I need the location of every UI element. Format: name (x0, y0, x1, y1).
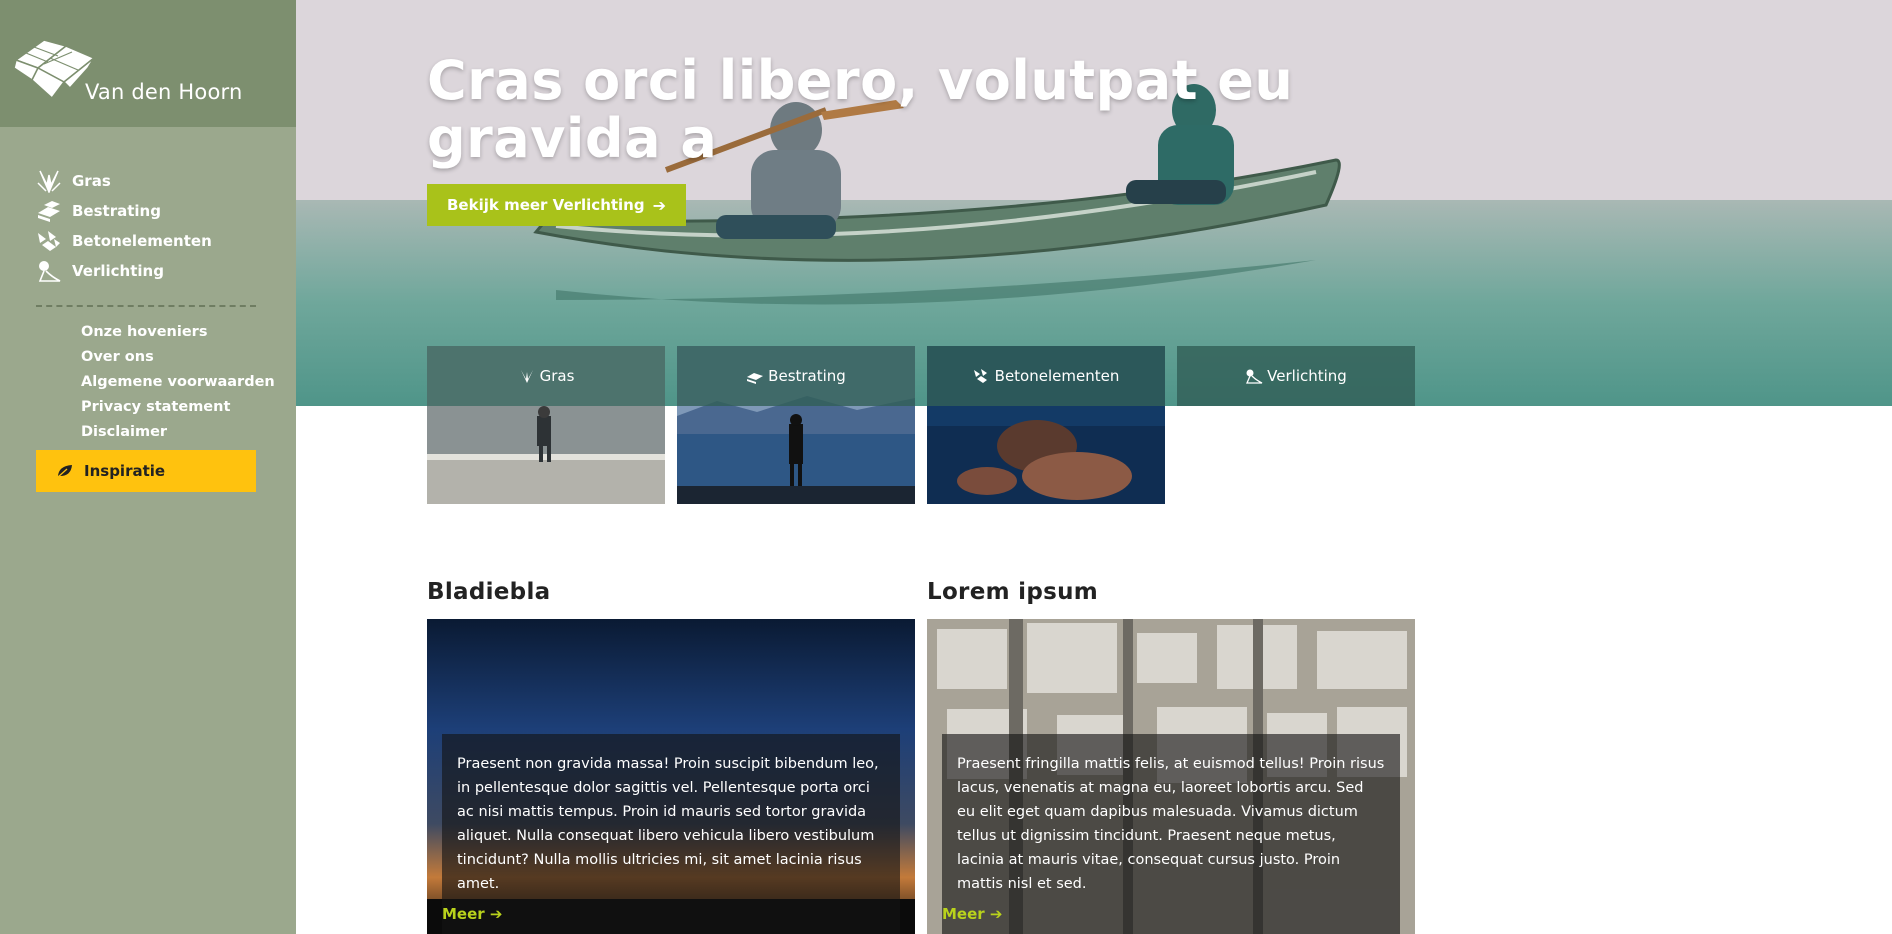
brand-name: Van den Hoorn (85, 80, 243, 104)
nav-item-bestrating[interactable]: Bestrating (36, 196, 212, 226)
article-body: Praesent fringilla mattis felis, at euis… (957, 756, 1385, 892)
grass-icon (518, 368, 536, 384)
logo[interactable]: Van den Hoorn (0, 0, 296, 127)
nav-link-onze-hoveniers[interactable]: Onze hoveniers (81, 320, 275, 345)
inspiratie-label: Inspiratie (84, 462, 166, 480)
tile-label: Gras (539, 367, 575, 385)
hero-cta-label: Bekijk meer Verlichting (447, 196, 645, 214)
article-title: Bladiebla (427, 579, 551, 605)
category-tile-betonelementen[interactable]: Betonelementen (927, 346, 1165, 504)
article-title: Lorem ipsum (927, 579, 1099, 605)
nav-item-label: Gras (72, 172, 111, 190)
read-more-label: Meer (942, 905, 985, 923)
arrow-right-icon: ➔ (489, 905, 503, 923)
logo-mark-icon (14, 39, 96, 100)
nav-item-label: Verlichting (72, 262, 164, 280)
sidebar: Van den Hoorn Gras Bestrating Betoneleme… (0, 0, 296, 934)
concrete-icon (973, 368, 991, 384)
tile-band: Betonelementen (927, 346, 1165, 406)
paving-icon (36, 198, 66, 224)
nav-item-gras[interactable]: Gras (36, 166, 212, 196)
nav-link-algemene-voorwaarden[interactable]: Algemene voorwaarden (81, 370, 275, 395)
read-more-label: Meer (442, 905, 485, 923)
concrete-icon (36, 228, 66, 254)
tile-band: Verlichting (1177, 346, 1415, 406)
secondary-nav: Onze hoveniers Over ons Algemene voorwaa… (81, 320, 275, 445)
article-card: Praesent fringilla mattis felis, at euis… (927, 619, 1415, 934)
article-overlay: Praesent fringilla mattis felis, at euis… (942, 734, 1400, 934)
nav-item-label: Betonelementen (72, 232, 212, 250)
category-tile-gras[interactable]: Gras (427, 346, 665, 504)
tile-label: Verlichting (1267, 367, 1347, 385)
lamp-icon (1245, 368, 1263, 384)
tile-label: Betonelementen (994, 367, 1120, 385)
nav-item-label: Bestrating (72, 202, 161, 220)
nav-item-betonelementen[interactable]: Betonelementen (36, 226, 212, 256)
read-more-link[interactable]: Meer ➔ (442, 905, 502, 923)
leaf-icon (56, 463, 74, 479)
tile-label: Bestrating (768, 367, 846, 385)
tile-band: Gras (427, 346, 665, 406)
hero-cta-button[interactable]: Bekijk meer Verlichting ➔ (427, 184, 687, 226)
hero-title: Cras orci libero, volutpat eu gravida a (427, 49, 1294, 170)
lamp-icon (36, 258, 66, 284)
arrow-right-icon: ➔ (989, 905, 1003, 923)
nav-link-privacy-statement[interactable]: Privacy statement (81, 395, 275, 420)
read-more-link[interactable]: Meer ➔ (942, 905, 1002, 923)
nav-link-disclaimer[interactable]: Disclaimer (81, 420, 275, 445)
category-tile-verlichting[interactable]: Verlichting (1177, 346, 1415, 406)
category-tile-bestrating[interactable]: Bestrating (677, 346, 915, 504)
grass-icon (36, 168, 66, 194)
arrow-right-icon: ➔ (652, 195, 667, 215)
paving-icon (746, 368, 764, 384)
nav-item-verlichting[interactable]: Verlichting (36, 256, 212, 286)
article-card: Praesent non gravida massa! Proin suscip… (427, 619, 915, 934)
main-nav: Gras Bestrating Betonelementen Verlichti… (36, 166, 212, 286)
article-overlay: Praesent non gravida massa! Proin suscip… (442, 734, 900, 934)
article-body: Praesent non gravida massa! Proin suscip… (457, 756, 879, 892)
nav-divider (36, 305, 256, 307)
nav-link-over-ons[interactable]: Over ons (81, 345, 275, 370)
inspiratie-button[interactable]: Inspiratie (36, 450, 256, 492)
tile-band: Bestrating (677, 346, 915, 406)
